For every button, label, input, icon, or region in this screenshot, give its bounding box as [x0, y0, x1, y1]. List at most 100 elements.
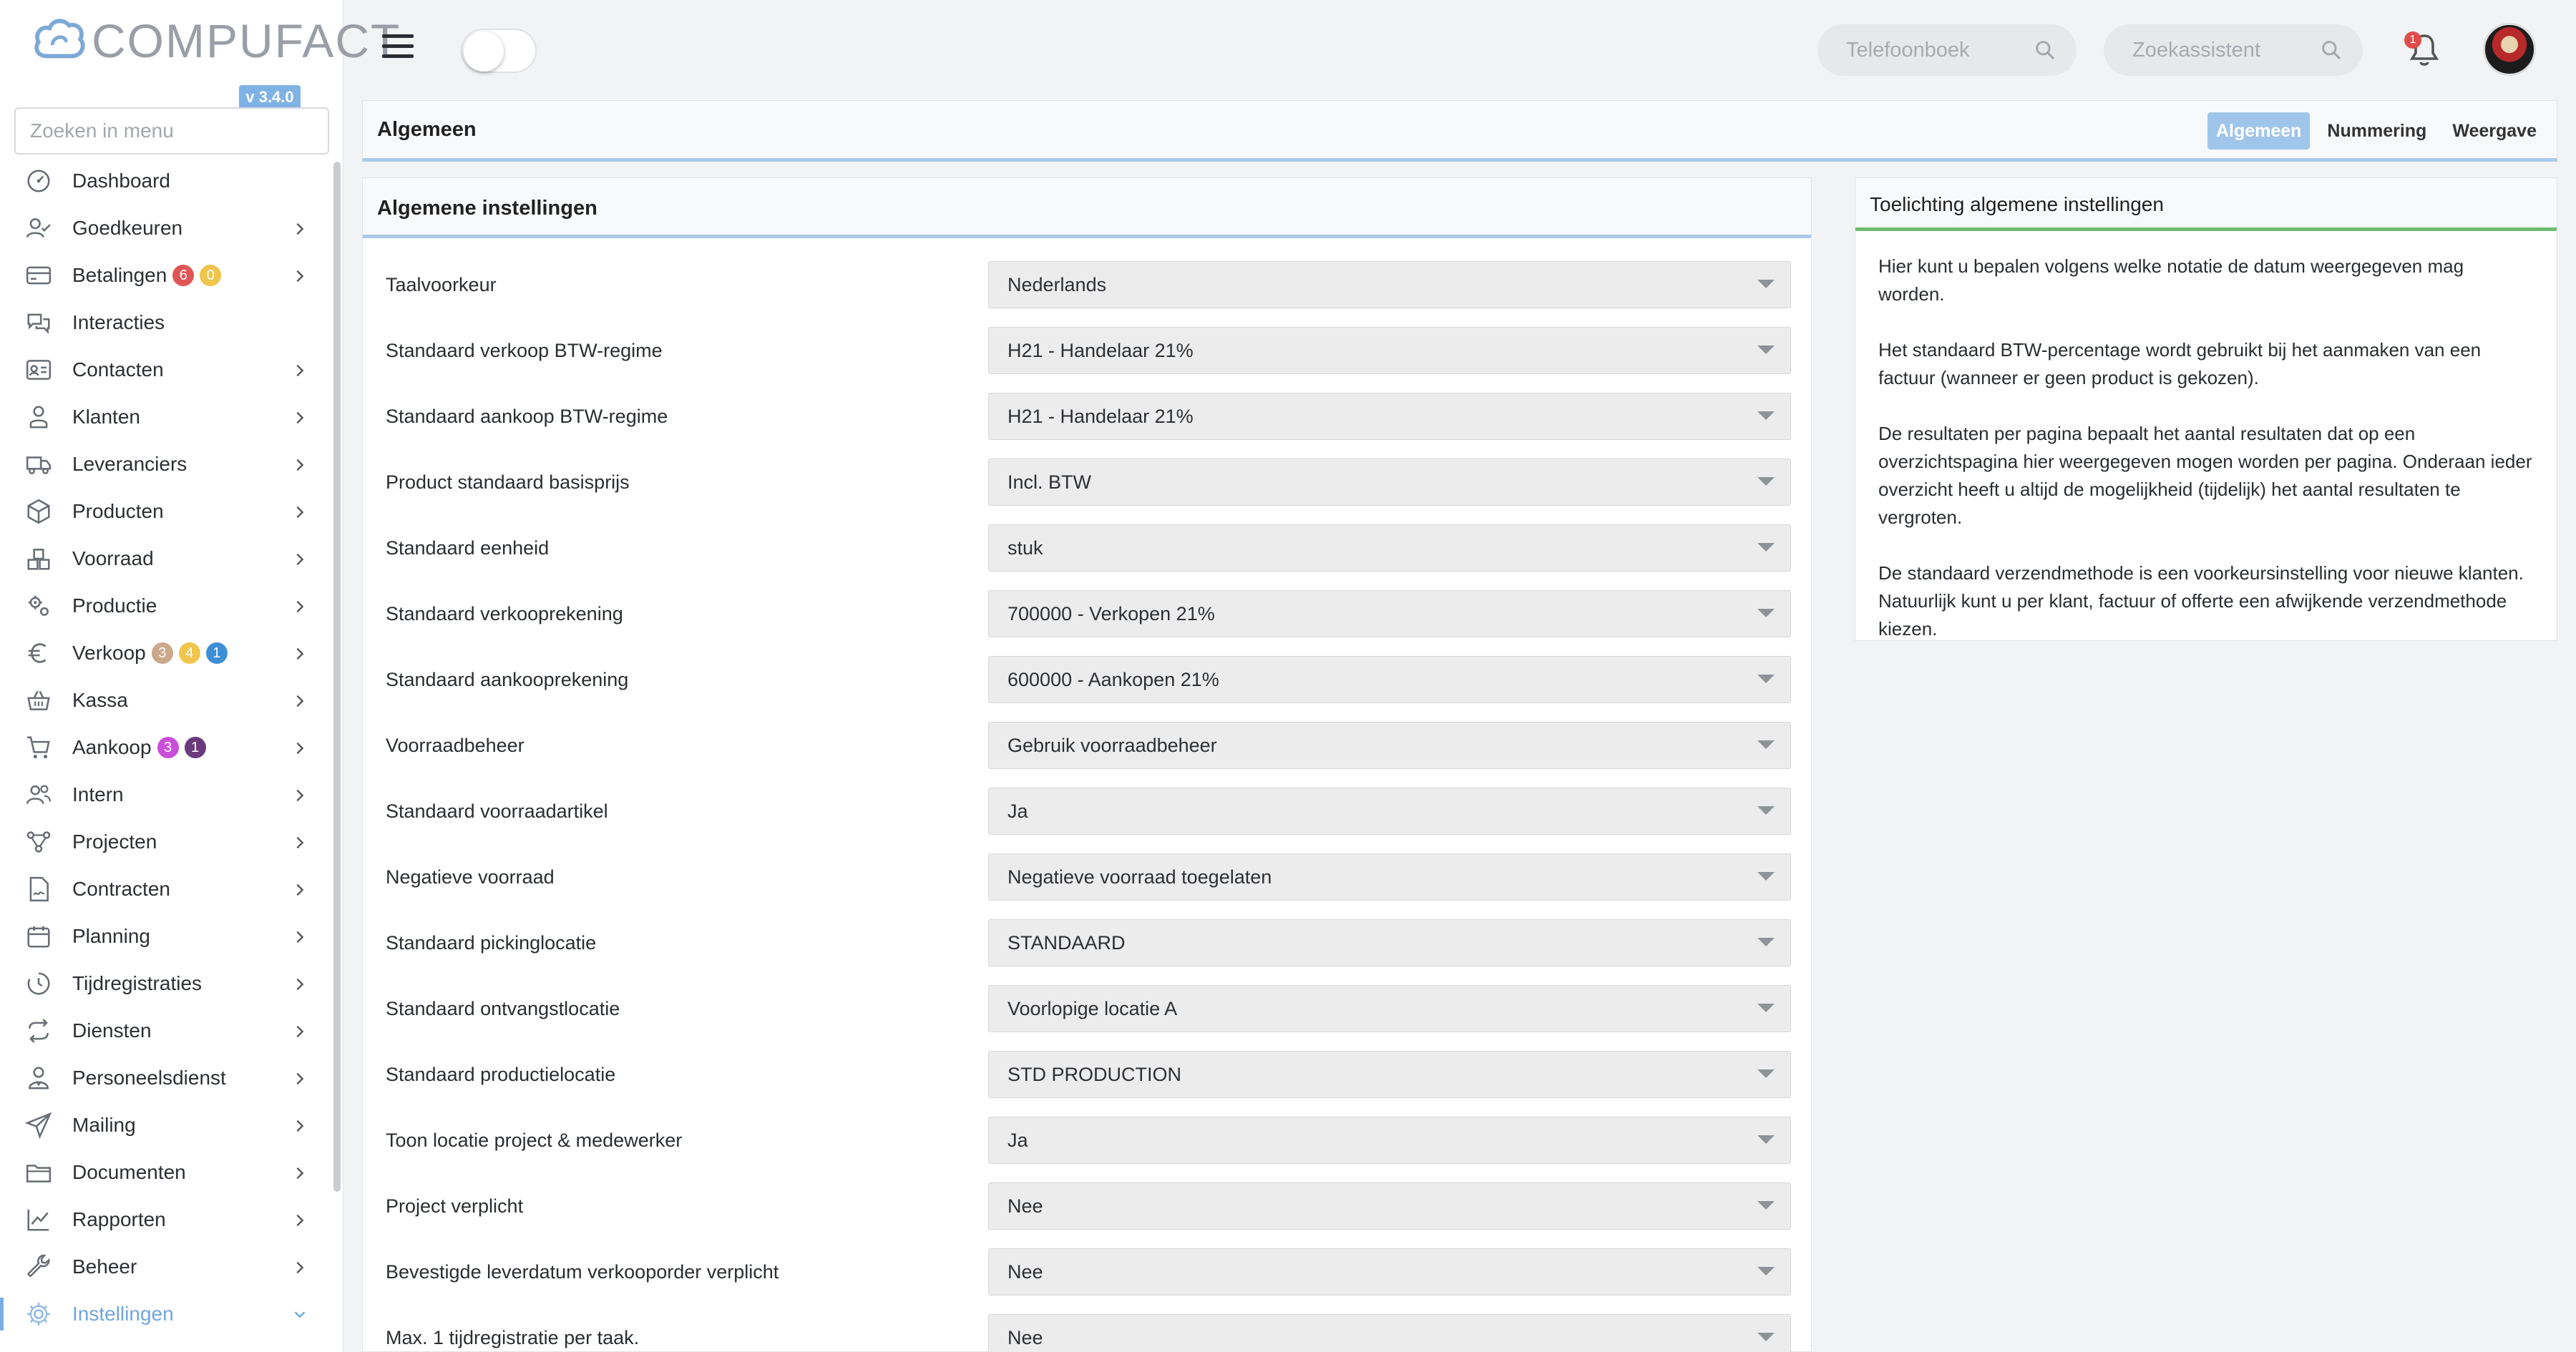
chevron-right-icon — [292, 1116, 308, 1132]
sidebar-item-beheer[interactable]: Beheer — [0, 1243, 329, 1290]
sidebar-item-interacties[interactable]: Interacties — [0, 299, 329, 346]
sidebar-item-aankoop[interactable]: Aankoop 3 1 — [0, 724, 329, 771]
count-badge: 4 — [178, 642, 200, 664]
sidebar-item-dashboard[interactable]: Dashboard — [0, 157, 329, 205]
setting-select[interactable]: STANDAARD — [988, 919, 1791, 966]
chevron-right-icon — [292, 597, 308, 613]
tab-weergave[interactable]: Weergave — [2444, 112, 2545, 150]
info-panel-body: Hier kunt u bepalen volgens welke notati… — [1855, 231, 2557, 692]
sidebar-item-contacten[interactable]: Contacten — [0, 346, 329, 393]
sidebar-item-klanten[interactable]: Klanten — [0, 393, 329, 441]
settings-row: Max. 1 tijdregistratie per taak. Nee — [363, 1314, 1813, 1352]
app-name: COMPUFACT — [92, 14, 401, 67]
sidebar-item-diensten[interactable]: Diensten — [0, 1007, 329, 1054]
caret-down-icon — [1757, 411, 1775, 420]
app-logo[interactable]: COMPUFACT — [31, 13, 401, 69]
count-badge: 6 — [172, 265, 195, 286]
sidebar-item-label: Productie — [72, 594, 157, 617]
caret-down-icon — [1757, 806, 1775, 815]
settings-row: Standaard ontvangstlocatie Voorlopige loc… — [363, 985, 1813, 1032]
setting-select[interactable]: Ja — [988, 1117, 1791, 1164]
sidebar-menu: Dashboard Goedkeuren Betalingen 6 0 Interacti… — [0, 157, 329, 1338]
sidebar-item-personeelsdienst[interactable]: Personeelsdienst — [0, 1054, 329, 1102]
sidebar-item-label: Goedkeuren — [72, 217, 183, 239]
sidebar-item-verkoop[interactable]: Verkoop 3 4 1 — [0, 630, 329, 677]
caret-down-icon — [1757, 1069, 1775, 1078]
setting-select[interactable]: H21 - Handelaar 21% — [988, 393, 1791, 440]
setting-select[interactable]: Incl. BTW — [988, 459, 1791, 506]
setting-select[interactable]: Voorlopige locatie A — [988, 985, 1791, 1032]
sidebar-item-leveranciers[interactable]: Leveranciers — [0, 441, 329, 488]
setting-select[interactable]: 600000 - Aankopen 21% — [988, 656, 1791, 703]
sidebar-item-producten[interactable]: Producten — [0, 488, 329, 535]
sidebar-item-voorraad[interactable]: Voorraad — [0, 535, 329, 582]
repeat-icon — [24, 1017, 53, 1045]
menu-toggle-button[interactable] — [382, 34, 414, 60]
chevron-right-icon — [292, 833, 308, 849]
setting-select[interactable]: Nederlands — [988, 261, 1791, 308]
setting-label: Project verplicht — [386, 1195, 524, 1217]
sidebar-item-label: Intern — [72, 783, 124, 805]
info-panel-title: Toelichting algemene instellingen — [1855, 178, 2557, 231]
contract-icon — [24, 875, 53, 903]
count-badge: 1 — [184, 737, 206, 758]
assistant-search[interactable]: Zoekassistent — [2104, 24, 2363, 76]
sidebar-scrollbar[interactable] — [333, 162, 341, 1192]
sidebar-item-projecten[interactable]: Projecten — [0, 818, 329, 866]
setting-select[interactable]: 700000 - Verkopen 21% — [988, 590, 1791, 637]
setting-label: Negatieve voorraad — [386, 866, 555, 888]
setting-select[interactable]: Gebruik voorraadbeheer — [988, 722, 1791, 769]
sidebar-item-betalingen[interactable]: Betalingen 6 0 — [0, 252, 329, 299]
setting-value: Gebruik voorraadbeheer — [1008, 735, 1217, 756]
settings-row: Standaard verkoop BTW-regime H21 - Handel… — [363, 327, 1813, 374]
tab-nummering[interactable]: Nummering — [2318, 112, 2435, 150]
sidebar-item-mailing[interactable]: Mailing — [0, 1102, 329, 1149]
boxes-icon — [24, 544, 53, 573]
chevron-right-icon — [292, 691, 308, 707]
theme-toggle[interactable] — [461, 29, 537, 73]
search-icon — [2322, 41, 2341, 60]
sidebar-item-goedkeuren[interactable]: Goedkeuren — [0, 205, 329, 252]
sidebar-item-productie[interactable]: Productie — [0, 582, 329, 630]
sidebar-item-label: Interacties — [72, 311, 165, 333]
user-avatar[interactable] — [2483, 23, 2536, 76]
setting-label: Standaard verkoop BTW-regime — [386, 340, 663, 361]
clock-icon — [24, 969, 53, 998]
tab-algemeen[interactable]: Algemeen — [2207, 112, 2311, 150]
phonebook-search[interactable]: Telefoonboek — [1818, 24, 2077, 76]
setting-value: Nee — [1008, 1195, 1043, 1217]
setting-select[interactable]: Nee — [988, 1248, 1791, 1295]
setting-select[interactable]: Ja — [988, 788, 1791, 835]
setting-label: Max. 1 tijdregistratie per taak. — [386, 1327, 640, 1348]
setting-select[interactable]: Nee — [988, 1314, 1791, 1352]
wrench-icon — [24, 1253, 53, 1281]
page-title: Algemeen — [377, 118, 477, 141]
caret-down-icon — [1757, 280, 1775, 288]
setting-select[interactable]: STD PRODUCTION — [988, 1051, 1791, 1098]
euro-icon — [24, 639, 53, 667]
sidebar-item-kassa[interactable]: Kassa — [0, 677, 329, 724]
setting-select[interactable]: H21 - Handelaar 21% — [988, 327, 1791, 374]
setting-select[interactable]: stuk — [988, 524, 1791, 572]
setting-label: Toon locatie project & medewerker — [386, 1130, 683, 1151]
setting-label: Taalvoorkeur — [386, 274, 497, 295]
chevron-right-icon — [292, 927, 308, 944]
count-badge: 1 — [205, 642, 228, 664]
setting-select[interactable]: Nee — [988, 1182, 1791, 1230]
sidebar-item-instellingen[interactable]: Instellingen — [0, 1290, 329, 1338]
notification-badge: 1 — [2404, 31, 2421, 49]
sidebar-item-planning[interactable]: Planning — [0, 913, 329, 960]
settings-row: Voorraadbeheer Gebruik voorraadbeheer — [363, 722, 1813, 769]
sidebar-item-contracten[interactable]: Contracten — [0, 866, 329, 913]
chevron-right-icon — [292, 408, 308, 424]
user-check-icon — [24, 214, 53, 243]
sidebar-item-intern[interactable]: Intern — [0, 771, 329, 818]
caret-down-icon — [1757, 740, 1775, 749]
sidebar-item-documenten[interactable]: Documenten — [0, 1149, 329, 1196]
sidebar-item-label: Verkoop — [72, 642, 146, 664]
setting-select[interactable]: Negatieve voorraad toegelaten — [988, 853, 1791, 901]
paper-plane-icon — [24, 1111, 53, 1140]
sidebar-item-rapporten[interactable]: Rapporten — [0, 1196, 329, 1243]
sidebar-item-tijdregistraties[interactable]: Tijdregistraties — [0, 960, 329, 1007]
menu-search-input[interactable] — [14, 107, 329, 155]
